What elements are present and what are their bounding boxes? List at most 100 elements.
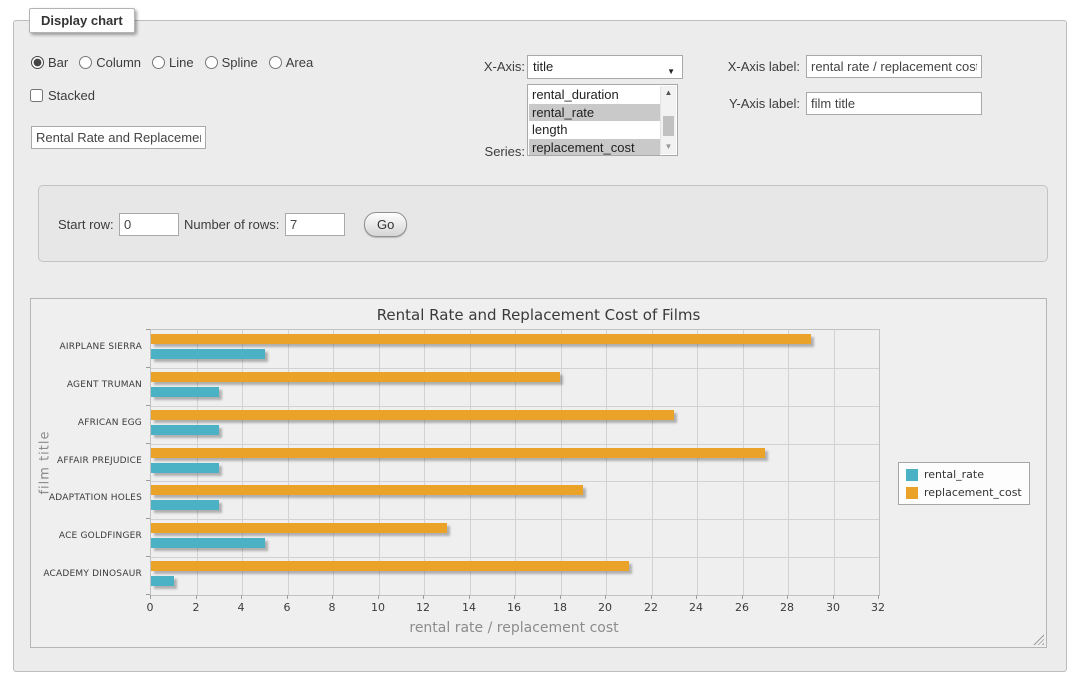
y-category-label: ACE GOLDFINGER — [31, 531, 142, 541]
bar-rental_rate-airplane-sierra — [151, 349, 265, 359]
legend-label: rental_rate — [924, 468, 984, 481]
gridline — [470, 330, 471, 595]
gridline — [606, 330, 607, 595]
chart-type-radiogroup: Bar Column Line Spline Area — [31, 55, 324, 70]
bar-replacement_cost-adaptation-holes — [151, 485, 583, 495]
x-tick-mark — [514, 595, 515, 599]
radio-column[interactable] — [79, 56, 92, 69]
radio-label: Area — [286, 55, 313, 70]
series-option-length[interactable]: length — [529, 121, 660, 139]
bar-replacement_cost-ace-goldfinger — [151, 523, 447, 533]
y-axis-label-input[interactable] — [806, 92, 982, 115]
chart-type-option-line[interactable]: Line — [152, 55, 194, 70]
x-tick-mark — [287, 595, 288, 599]
radio-line[interactable] — [152, 56, 165, 69]
stacked-label: Stacked — [48, 88, 95, 103]
go-button[interactable]: Go — [364, 212, 407, 237]
bar-rental_rate-adaptation-holes — [151, 500, 219, 510]
page: Display chart Bar Column Line Spline Area St… — [0, 0, 1081, 681]
bar-rental_rate-academy-dinosaur — [151, 576, 174, 586]
x-tick-mark — [878, 595, 879, 599]
series-listbox-options: rental_durationrental_ratelengthreplacem… — [529, 86, 660, 156]
chart-title-input[interactable] — [31, 126, 206, 149]
radio-label: Line — [169, 55, 194, 70]
number-of-rows-label: Number of rows: — [184, 217, 279, 232]
bar-replacement_cost-affair-prejudice — [151, 448, 765, 458]
chart-type-option-column[interactable]: Column — [79, 55, 141, 70]
x-tick-label: 2 — [178, 601, 214, 614]
x-tick-label: 26 — [724, 601, 760, 614]
series-option-rental_rate[interactable]: rental_rate — [529, 104, 660, 122]
radio-spline[interactable] — [205, 56, 218, 69]
bar-replacement_cost-academy-dinosaur — [151, 561, 629, 571]
x-tick-label: 32 — [860, 601, 896, 614]
radio-label: Column — [96, 55, 141, 70]
x-tick-label: 14 — [451, 601, 487, 614]
chart-container: Rental Rate and Replacement Cost of Film… — [30, 298, 1047, 648]
gridline — [151, 481, 879, 482]
x-tick-label: 24 — [678, 601, 714, 614]
gridline — [697, 330, 698, 595]
x-tick-mark — [560, 595, 561, 599]
y-tick-mark — [146, 480, 150, 481]
x-tick-mark — [787, 595, 788, 599]
gridline — [561, 330, 562, 595]
radio-label: Spline — [222, 55, 258, 70]
y-axis-label-caption: Y-Axis label: — [655, 96, 800, 111]
x-tick-label: 4 — [223, 601, 259, 614]
stacked-checkbox[interactable] — [30, 89, 43, 102]
scroll-down-icon[interactable]: ▼ — [661, 141, 676, 153]
gridline — [151, 557, 879, 558]
series-option-replacement_cost[interactable]: replacement_cost — [529, 139, 660, 157]
x-tick-label: 10 — [360, 601, 396, 614]
x-tick-mark — [378, 595, 379, 599]
radio-bar[interactable] — [31, 56, 44, 69]
chart-legend: rental_rate replacement_cost — [898, 462, 1030, 505]
chart-type-option-spline[interactable]: Spline — [205, 55, 258, 70]
chart-type-option-bar[interactable]: Bar — [31, 55, 68, 70]
y-tick-mark — [146, 443, 150, 444]
radio-area[interactable] — [269, 56, 282, 69]
gridline — [151, 368, 879, 369]
x-tick-mark — [605, 595, 606, 599]
bar-rental_rate-ace-goldfinger — [151, 538, 265, 548]
x-tick-mark — [241, 595, 242, 599]
legend-entry-replacement_cost: replacement_cost — [906, 486, 1022, 499]
x-tick-label: 16 — [496, 601, 532, 614]
resize-grip-icon[interactable] — [1033, 634, 1044, 645]
legend-entry-rental_rate: rental_rate — [906, 468, 1022, 481]
series-option-rental_duration[interactable]: rental_duration — [529, 86, 660, 104]
gridline — [515, 330, 516, 595]
gridline — [151, 444, 879, 445]
y-category-label: ACADEMY DINOSAUR — [31, 569, 142, 579]
y-tick-mark — [146, 405, 150, 406]
number-of-rows-input[interactable] — [285, 213, 345, 236]
series-listbox[interactable]: rental_durationrental_ratelengthreplacem… — [527, 84, 678, 156]
panel-legend: Display chart — [29, 8, 135, 33]
chart-type-option-area[interactable]: Area — [269, 55, 313, 70]
chart-y-axis-label: film title — [38, 418, 53, 508]
series-label: Series: — [400, 144, 525, 159]
gridline — [788, 330, 789, 595]
x-tick-label: 12 — [405, 601, 441, 614]
gridline — [288, 330, 289, 595]
bar-replacement_cost-airplane-sierra — [151, 334, 811, 344]
bar-replacement_cost-agent-truman — [151, 372, 560, 382]
x-tick-mark — [469, 595, 470, 599]
x-tick-mark — [423, 595, 424, 599]
y-tick-mark — [146, 518, 150, 519]
gridline — [424, 330, 425, 595]
x-tick-label: 18 — [542, 601, 578, 614]
x-axis-label-input[interactable] — [806, 55, 982, 78]
scrollbar-thumb[interactable] — [663, 116, 674, 136]
bar-rental_rate-affair-prejudice — [151, 463, 219, 473]
x-tick-label: 0 — [132, 601, 168, 614]
start-row-input[interactable] — [119, 213, 179, 236]
x-axis-selected-value: title — [533, 59, 553, 74]
x-tick-label: 30 — [815, 601, 851, 614]
stacked-option[interactable]: Stacked — [30, 88, 95, 103]
y-tick-mark — [146, 367, 150, 368]
chart-plot-area — [150, 329, 880, 596]
x-tick-label: 20 — [587, 601, 623, 614]
legend-swatch-icon — [906, 469, 918, 481]
